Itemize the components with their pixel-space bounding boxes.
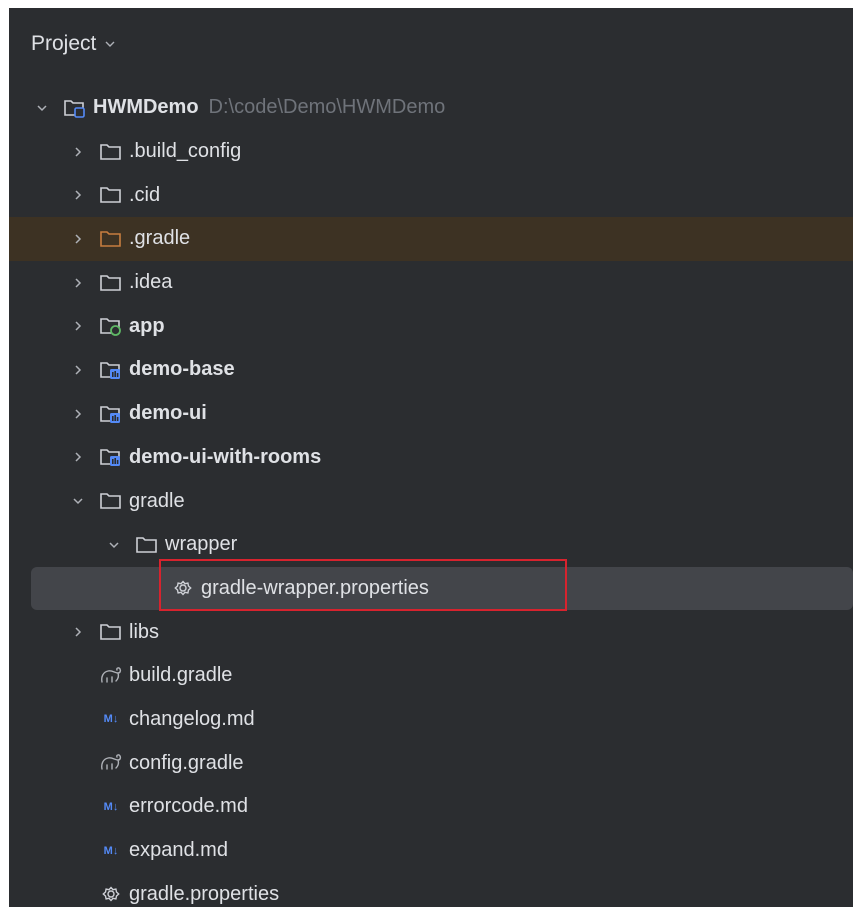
tree-root-label: HWMDemo: [93, 96, 199, 119]
tree-item-label: .build_config: [129, 140, 242, 163]
tree-root-hwmdemo[interactable]: HWMDemo D:\code\Demo\HWMDemo: [9, 86, 853, 130]
chevron-down-icon[interactable]: [107, 538, 121, 552]
folder-icon: [99, 272, 123, 294]
tree-item-label: .cid: [129, 183, 161, 206]
tree-item-label: config.gradle: [129, 751, 244, 774]
tree-item-wrapper[interactable]: wrapper: [9, 523, 853, 567]
folder-icon: [99, 184, 123, 206]
tree-item-label: libs: [129, 620, 160, 643]
tree-item-label: demo-ui: [129, 402, 207, 425]
tree-item-label: app: [129, 314, 165, 337]
folder-orange-icon: [99, 228, 123, 250]
tree-item-label: errorcode.md: [129, 795, 248, 818]
chevron-down-icon[interactable]: [71, 494, 85, 508]
tree-item-errorcode-md[interactable]: M↓ errorcode.md: [9, 785, 853, 829]
tree-item-label: gradle-wrapper.properties: [201, 576, 429, 599]
gradle-elephant-icon: [99, 752, 123, 774]
tree-item-demo-base[interactable]: demo-base: [9, 348, 853, 392]
tree-item-demo-ui[interactable]: demo-ui: [9, 392, 853, 436]
chevron-right-icon[interactable]: [71, 232, 85, 246]
app-module-icon: [99, 315, 123, 337]
tree-item-label: demo-ui-with-rooms: [129, 445, 322, 468]
chevron-right-icon[interactable]: [71, 407, 85, 421]
tree-item-gradle-properties[interactable]: gradle.properties: [9, 872, 853, 907]
chevron-right-icon[interactable]: [71, 319, 85, 333]
chevron-right-icon[interactable]: [71, 276, 85, 290]
markdown-badge: M↓: [103, 800, 119, 813]
module-folder-icon: [63, 97, 87, 119]
markdown-icon: M↓: [99, 840, 123, 862]
project-view-selector[interactable]: Project: [9, 26, 116, 62]
panel-title: Project: [31, 32, 97, 55]
library-module-icon: [99, 403, 123, 425]
tree-item-label: gradle.properties: [129, 882, 280, 905]
tree-item-gradle-wrapper-properties[interactable]: gradle-wrapper.properties: [31, 566, 853, 611]
tree-item-label: changelog.md: [129, 707, 255, 730]
tree-item-cid[interactable]: .cid: [9, 173, 853, 217]
gradle-elephant-icon: [99, 665, 123, 687]
folder-icon: [99, 621, 123, 643]
tree-item-label: .gradle: [129, 227, 191, 250]
tree-item-label: build.gradle: [129, 664, 233, 687]
tree-item-demo-ui-with-rooms[interactable]: demo-ui-with-rooms: [9, 436, 853, 480]
chevron-down-icon[interactable]: [35, 101, 49, 115]
gear-icon: [99, 883, 123, 905]
tree-item-gradle[interactable]: gradle: [9, 479, 853, 523]
tree-item-label: wrapper: [165, 533, 238, 556]
library-module-icon: [99, 359, 123, 381]
folder-icon: [99, 490, 123, 512]
tree-item-idea[interactable]: .idea: [9, 261, 853, 305]
tree-item-expand-md[interactable]: M↓ expand.md: [9, 829, 853, 873]
markdown-icon: M↓: [99, 708, 123, 730]
tree-item-config-gradle[interactable]: config.gradle: [9, 741, 853, 785]
folder-icon: [135, 534, 159, 556]
tree-item-changelog-md[interactable]: M↓ changelog.md: [9, 698, 853, 742]
tree-item-label: expand.md: [129, 839, 228, 862]
tree-item-app[interactable]: app: [9, 304, 853, 348]
chevron-right-icon[interactable]: [71, 625, 85, 639]
library-module-icon: [99, 446, 123, 468]
chevron-down-icon: [105, 41, 115, 47]
chevron-right-icon[interactable]: [71, 145, 85, 159]
markdown-badge: M↓: [103, 844, 119, 857]
markdown-badge: M↓: [103, 713, 119, 726]
chevron-right-icon[interactable]: [71, 188, 85, 202]
gear-icon: [171, 577, 195, 599]
tree-item-label: demo-base: [129, 358, 235, 381]
project-tree: HWMDemo D:\code\Demo\HWMDemo .build_conf…: [9, 86, 853, 907]
chevron-right-icon[interactable]: [71, 363, 85, 377]
tree-item-build-config[interactable]: .build_config: [9, 130, 853, 174]
tree-item-dot-gradle[interactable]: .gradle: [9, 217, 853, 261]
tree-root-path: D:\code\Demo\HWMDemo: [208, 96, 446, 119]
tree-item-label: gradle: [129, 489, 185, 512]
folder-icon: [99, 141, 123, 163]
project-panel: Project HWMDemo D:\code\Demo\HWMDemo .bu…: [9, 8, 853, 907]
chevron-right-icon[interactable]: [71, 450, 85, 464]
tree-item-label: .idea: [129, 271, 173, 294]
markdown-icon: M↓: [99, 796, 123, 818]
tree-item-build-gradle[interactable]: build.gradle: [9, 654, 853, 698]
tree-item-libs[interactable]: libs: [9, 610, 853, 654]
